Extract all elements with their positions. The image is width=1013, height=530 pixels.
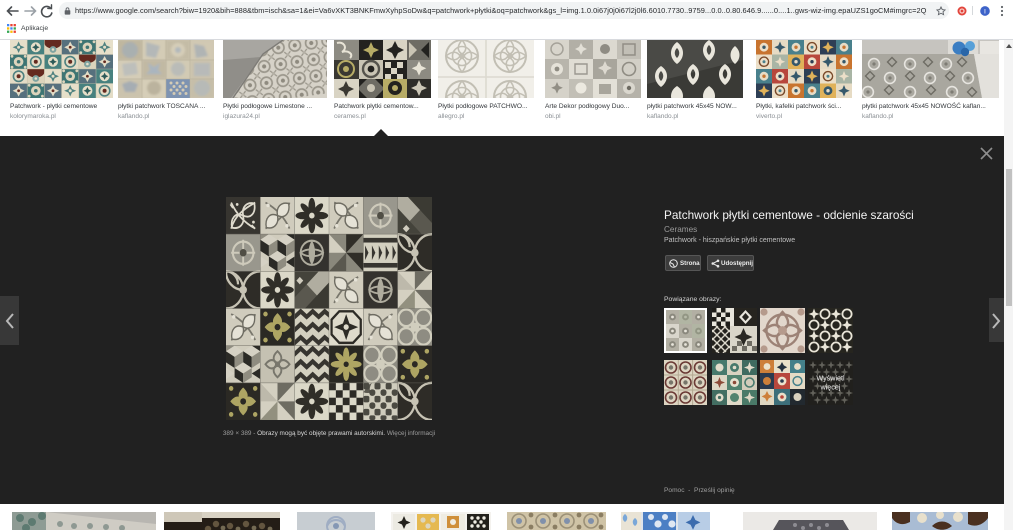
svg-text:Wyświetl: Wyświetl bbox=[816, 374, 845, 383]
svg-text:więcej: więcej bbox=[820, 383, 841, 392]
svg-text:I: I bbox=[984, 8, 986, 15]
